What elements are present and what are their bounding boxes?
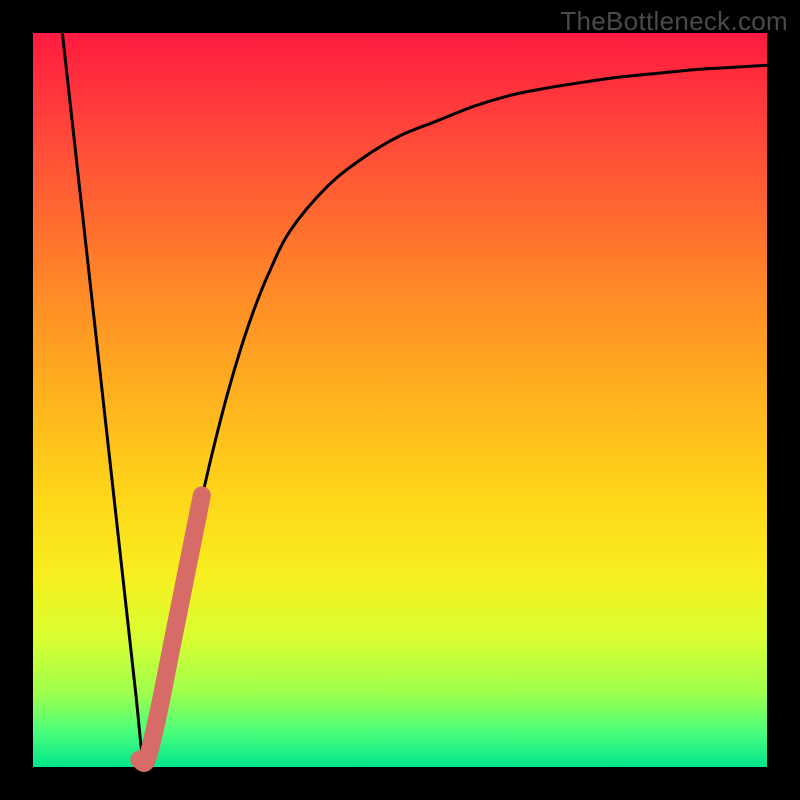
- highlight-segment: [139, 495, 201, 763]
- chart-frame: TheBottleneck.com: [0, 0, 800, 800]
- chart-svg: [33, 33, 767, 767]
- watermark-text: TheBottleneck.com: [560, 6, 788, 37]
